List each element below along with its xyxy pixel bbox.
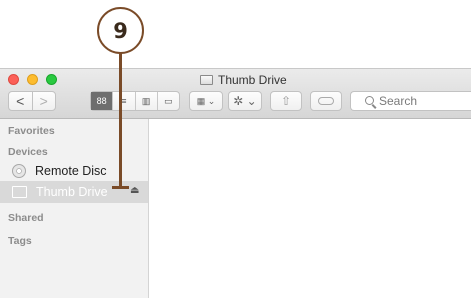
sidebar-item-thumb-drive[interactable]: Thumb Drive ⏏ (0, 181, 148, 203)
file-browser-area[interactable] (149, 119, 471, 298)
view-mode-control: 88 ≡ ▥ ▭ (90, 91, 180, 111)
sidebar-item-remote-disc[interactable]: Remote Disc (0, 160, 148, 182)
drive-icon (200, 74, 213, 85)
window-title-text: Thumb Drive (218, 72, 287, 87)
callout-leader-line (119, 53, 122, 187)
cover-flow-view-button[interactable]: ▭ (156, 92, 179, 110)
zoom-window-button[interactable] (46, 74, 57, 85)
action-gear-button[interactable]: ✲ ⌄ (228, 91, 262, 111)
eject-icon[interactable]: ⏏ (130, 185, 139, 196)
share-button[interactable]: ⇧ (270, 91, 302, 111)
close-window-button[interactable] (8, 74, 19, 85)
search-icon (365, 96, 374, 105)
drive-icon (12, 186, 27, 198)
minimize-window-button[interactable] (27, 74, 38, 85)
window-title: Thumb Drive (200, 72, 287, 87)
list-view-button[interactable]: ≡ (112, 92, 134, 110)
sidebar-heading-shared: Shared (8, 212, 44, 224)
callout-number-badge: 9 (97, 7, 144, 54)
arrange-button[interactable]: ▦ ⌄ (189, 91, 223, 111)
sidebar-item-label: Remote Disc (35, 164, 107, 178)
search-placeholder: Search (379, 94, 418, 108)
sidebar-heading-tags: Tags (8, 235, 32, 247)
callout-leader-tick (112, 186, 129, 189)
disc-icon (12, 164, 26, 178)
sidebar-heading-devices: Devices (8, 146, 48, 158)
title-bar: Thumb Drive < > 88 ≡ ▥ ▭ ▦ ⌄ ✲ ⌄ ⇧ Searc… (0, 69, 471, 119)
finder-window: Thumb Drive < > 88 ≡ ▥ ▭ ▦ ⌄ ✲ ⌄ ⇧ Searc… (0, 68, 471, 298)
back-forward-control: < > (8, 91, 56, 111)
column-view-button[interactable]: ▥ (134, 92, 157, 110)
icon-view-button[interactable]: 88 (91, 92, 113, 110)
back-button[interactable]: < (9, 92, 32, 110)
sidebar: Favorites Devices Remote Disc Thumb Driv… (0, 119, 149, 298)
sidebar-heading-favorites: Favorites (8, 125, 55, 137)
forward-button[interactable]: > (31, 92, 56, 110)
sidebar-item-label: Thumb Drive (36, 185, 108, 199)
tag-icon (318, 97, 334, 105)
search-field[interactable]: Search (350, 91, 471, 111)
edit-tags-button[interactable] (310, 91, 342, 111)
